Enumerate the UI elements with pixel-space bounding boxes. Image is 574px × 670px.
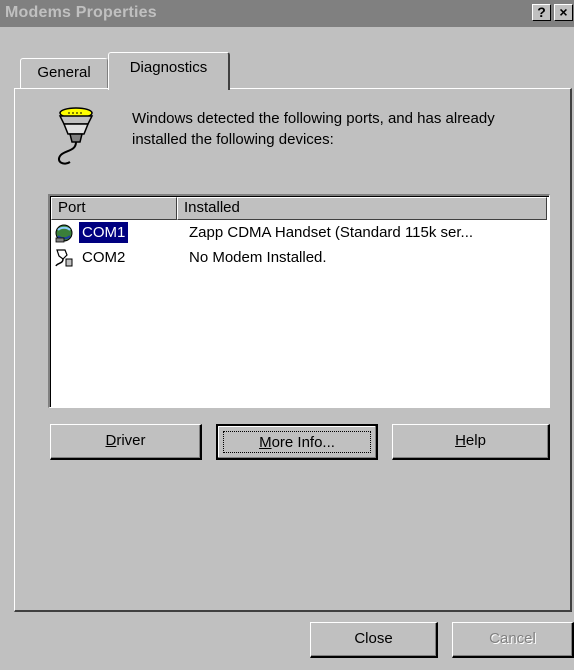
- cancel-button[interactable]: Cancel: [452, 622, 574, 658]
- installed-device: No Modem Installed.: [189, 249, 327, 266]
- port-name: COM2: [82, 249, 126, 266]
- modem-icon: [55, 224, 73, 243]
- tab-diagnostics-label: Diagnostics: [129, 59, 208, 76]
- driver-button[interactable]: Driver: [50, 424, 202, 460]
- driver-label: river: [116, 432, 146, 449]
- list-header: Port Installed: [51, 197, 547, 220]
- column-header-installed[interactable]: Installed: [177, 197, 547, 220]
- ports-list[interactable]: Port Installed COM1 Zapp CDMA Handset (S…: [48, 194, 550, 408]
- column-header-port[interactable]: Port: [51, 197, 177, 220]
- more-info-label: ore Info...: [271, 434, 335, 451]
- tab-general[interactable]: General: [20, 58, 108, 88]
- window-title: Modems Properties: [5, 4, 157, 21]
- serial-port-icon: [58, 107, 94, 165]
- tab-diagnostics[interactable]: Diagnostics: [108, 52, 230, 90]
- list-row-com1[interactable]: COM1 Zapp CDMA Handset (Standard 115k se…: [51, 221, 547, 245]
- close-button[interactable]: Close: [310, 622, 438, 658]
- info-text: Windows detected the following ports, an…: [132, 110, 495, 148]
- driver-mnemonic: D: [105, 432, 117, 449]
- port-name: COM1: [79, 222, 129, 243]
- title-bar[interactable]: Modems Properties ? ×: [0, 0, 574, 27]
- help-mnemonic: H: [455, 432, 466, 449]
- more-info-button[interactable]: More Info...: [216, 424, 378, 460]
- help-dialog-button[interactable]: Help: [392, 424, 550, 460]
- focus-rect: More Info...: [223, 431, 371, 453]
- help-label: elp: [465, 432, 486, 449]
- close-window-button[interactable]: ×: [554, 4, 573, 21]
- help-button[interactable]: ?: [532, 4, 551, 21]
- list-row-com2[interactable]: COM2 No Modem Installed.: [51, 246, 547, 270]
- installed-device: Zapp CDMA Handset (Standard 115k ser...: [189, 224, 474, 241]
- more-info-mnemonic: M: [259, 434, 272, 451]
- port-icon: [55, 249, 73, 267]
- tab-general-label: General: [37, 64, 91, 81]
